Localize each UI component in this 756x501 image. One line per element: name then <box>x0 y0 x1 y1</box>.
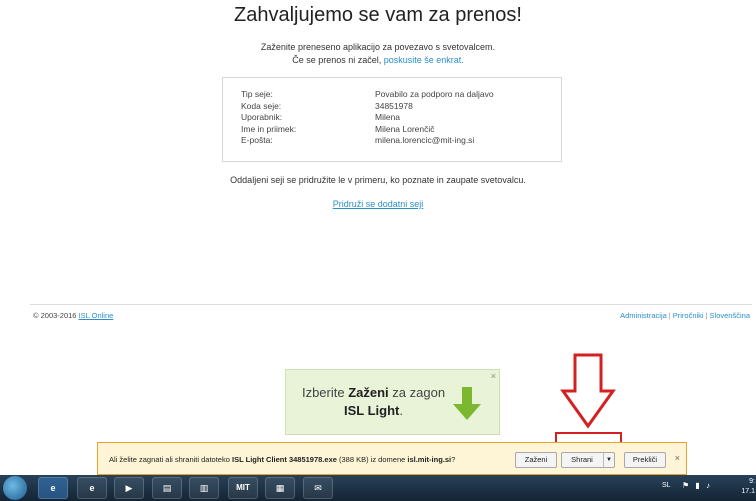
info-value: Milena Lorenčič <box>375 123 435 134</box>
hint-app-name: ISL Light <box>344 403 400 418</box>
info-value: milena.lorencic@mit-ing.si <box>375 135 475 145</box>
trust-note: Oddaljeni seji se pridružite le v primer… <box>230 175 526 185</box>
intro-line-2-text: Če se prenos ni začel, <box>292 55 384 65</box>
intro-line-1: Zaženite preneseno aplikacijo za povezav… <box>260 42 496 52</box>
clock-date: 17.1 <box>741 488 755 495</box>
copyright-text: © 2003-2016 <box>33 311 79 320</box>
windows-app-icon[interactable]: ▦ <box>265 477 295 499</box>
download-text-end: ? <box>451 455 456 464</box>
download-text-mid: (388 KB) iz domene <box>336 455 408 464</box>
info-row-user: Uporabnik: Milena <box>241 112 561 124</box>
red-annotation-arrow-icon <box>560 353 616 429</box>
info-label: Uporabnik: <box>241 112 283 122</box>
info-value: Povabilo za podporo na daljavo <box>375 89 494 99</box>
download-file-name: ISL Light Client 34851978.exe <box>232 455 337 464</box>
info-row-session-type: Tip seje: Povabilo za podporo na daljavo <box>241 89 561 101</box>
download-text-pre: Ali želite zagnati ali shraniti datoteko <box>109 455 232 464</box>
mit-icon[interactable]: MIT <box>228 477 258 499</box>
hint-post: za zagon <box>388 385 446 400</box>
ie-pinned-icon[interactable]: e <box>77 477 107 499</box>
download-bar-close-icon[interactable]: × <box>675 453 680 463</box>
footer-links: Administracija | Priročniki | Slovenščina <box>620 311 750 320</box>
mail-icon[interactable]: ✉ <box>303 477 333 499</box>
windows-taskbar: e e ▶ ▤ ▥ MIT ▦ ✉ SL ⚑ ▮ ♪ 9: 17.1 <box>0 475 756 501</box>
footer-separator: | <box>668 311 671 320</box>
page-title: Zahvaljujemo se vam za prenos! <box>234 4 522 26</box>
media-player-icon[interactable]: ▶ <box>114 477 144 499</box>
download-domain: isl.mit-ing.si <box>407 455 452 464</box>
explorer-icon[interactable]: ▤ <box>152 477 182 499</box>
clock-time: 9: <box>749 478 755 485</box>
run-button[interactable]: Zaženi <box>515 452 557 468</box>
footer-link-language[interactable]: Slovenščina <box>710 311 750 320</box>
info-label: Tip seje: <box>241 89 273 99</box>
hint-close-icon[interactable]: × <box>491 371 496 381</box>
info-value: Milena <box>375 112 401 122</box>
intro-line-2: Če se prenos ni začel, poskusite še enkr… <box>0 54 756 67</box>
app-icon[interactable]: ▥ <box>189 477 219 499</box>
intro-text: Zaženite preneseno aplikacijo za povezav… <box>0 41 756 67</box>
run-hint-popup: Izberite Zaženi za zagon ISL Light. × <box>285 369 500 435</box>
footer-copyright: © 2003-2016 ISL Online <box>33 311 113 320</box>
info-row-session-code: Koda seje: 34851978 <box>241 101 561 113</box>
ie-icon[interactable]: e <box>38 477 68 499</box>
download-notification-bar: Ali želite zagnati ali shraniti datoteko… <box>97 442 687 475</box>
hint-pre: Izberite <box>301 385 349 400</box>
isl-online-link[interactable]: ISL Online <box>79 311 114 320</box>
hint-bold: Zaženi <box>348 385 389 400</box>
hint-text: Izberite Zaženi za zagon ISL Light. <box>296 384 451 420</box>
info-label: Ime in priimek: <box>241 123 297 134</box>
hint-app-suffix: . <box>399 403 403 418</box>
system-tray-icons[interactable]: ⚑ ▮ ♪ <box>682 481 712 490</box>
download-prompt: Ali želite zagnati ali shraniti datoteko… <box>109 455 455 464</box>
info-label: E-pošta: <box>241 135 273 145</box>
footer-divider <box>30 304 752 305</box>
retry-download-link[interactable]: poskusite še enkrat. <box>384 55 464 65</box>
cancel-button[interactable]: Prekliči <box>624 452 666 468</box>
footer-link-admin[interactable]: Administracija <box>620 311 667 320</box>
join-session-link[interactable]: Pridruži se dodatni seji <box>0 199 756 209</box>
start-button-icon[interactable] <box>3 476 27 500</box>
save-button[interactable]: Shrani ▼ <box>561 452 615 468</box>
info-label: Koda seje: <box>241 100 282 111</box>
info-row-full-name: Ime in priimek: Milena Lorenčič <box>241 124 561 136</box>
info-value: 34851978 <box>375 100 413 111</box>
session-info-box: Tip seje: Povabilo za podporo na daljavo … <box>222 77 562 162</box>
footer-separator: | <box>705 311 708 320</box>
down-arrow-icon <box>453 387 481 420</box>
save-button-label: Shrani <box>571 455 593 464</box>
footer-link-manuals[interactable]: Priročniki <box>673 311 704 320</box>
clock[interactable]: 9: 17.1 <box>741 477 755 497</box>
save-dropdown-chevron-icon[interactable]: ▼ <box>603 453 614 467</box>
language-indicator[interactable]: SL <box>662 482 671 489</box>
info-row-email: E-pošta: milena.lorencic@mit-ing.si <box>241 135 561 147</box>
